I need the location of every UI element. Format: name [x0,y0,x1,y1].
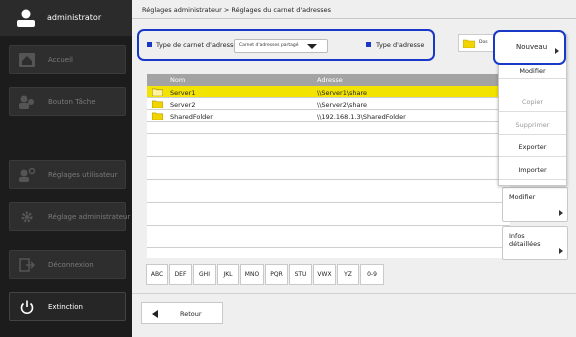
folder-icon [463,39,475,48]
address-type-label: Type d'adresse [376,41,425,49]
sidebar-item-admin-settings[interactable]: Réglage administrateur [9,202,130,231]
sidebar-item-home[interactable]: Accueil [9,45,126,74]
sidebar-item-label: Extinction [48,303,83,311]
address-table: Nom Adresse Server1 \\Server1\share Serv… [147,74,510,258]
details-label: Infos détaillées [509,232,540,248]
new-label: Nouveau [516,43,548,51]
tab-ghi[interactable]: GHI [193,264,216,285]
row-address: \\Server1\share [317,88,368,97]
task-button-icon [19,95,34,109]
details-label-line1: Infos [509,232,525,240]
menu-item-export[interactable]: Exporter [499,137,566,157]
address-type-value: Dos [479,40,488,45]
chevron-right-icon [559,248,563,254]
book-type-label: Type de carnet d'adresses [156,41,241,49]
tab-vwx[interactable]: VWX [313,264,336,285]
back-button[interactable]: Retour [141,302,223,324]
back-label: Retour [180,310,202,318]
table-row-empty[interactable] [147,168,510,180]
tab-stu[interactable]: STU [289,264,312,285]
sidebar-item-label: Accueil [48,56,73,64]
sidebar-item-label: Réglages utilisateur [48,171,118,179]
sidebar-item-logout[interactable]: Déconnexion [9,250,126,279]
address-type-filters: Type de carnet d'adresses Carnet d'adres… [137,29,435,61]
chevron-down-icon [307,44,317,49]
tab-yz[interactable]: YZ [337,264,359,285]
address-type-folder-button[interactable]: Dos [458,34,498,52]
row-name: Server2 [170,100,196,109]
main-panel: Réglages administrateur > Réglages du ca… [132,0,576,337]
divider [132,293,576,294]
table-header: Nom Adresse [147,74,510,86]
folder-icon [152,88,163,96]
new-button[interactable]: Nouveau [493,30,566,65]
row-name: SharedFolder [170,112,213,121]
menu-item-import[interactable]: Importer [499,160,566,180]
folder-icon [152,100,163,108]
bullet-icon [366,42,371,47]
menu-item-label: Modifier [519,67,546,75]
book-type-select[interactable]: Carnet d'adresses partagé [234,39,328,53]
breadcrumb: Réglages administrateur > Réglages du ca… [142,6,331,14]
row-address: \\Server2\share [317,100,368,109]
chevron-right-icon [559,210,563,216]
sidebar: administrator Accueil Bouton Tâche Régla… [0,0,140,337]
sidebar-item-task-button[interactable]: Bouton Tâche [9,87,126,116]
table-row-empty[interactable] [147,191,510,203]
menu-item-modify[interactable]: Modifier [499,66,566,79]
row-address: \\192.168.1.3\SharedFolder [317,112,406,121]
row-name: Server1 [170,88,196,97]
modify-button[interactable]: Modifier [502,187,568,222]
divider [132,18,576,19]
tab-mno[interactable]: MNO [240,264,264,285]
book-type-value: Carnet d'adresses partagé [239,43,299,48]
column-header-name: Nom [170,76,186,84]
details-button[interactable]: Infos détaillées [502,226,568,260]
tab-0-9[interactable]: 0-9 [360,264,384,285]
folder-icon [152,112,163,120]
admin-settings-icon [21,211,33,223]
tab-pqr[interactable]: PQR [265,264,288,285]
details-label-line2: détaillées [509,240,541,248]
table-row-empty[interactable] [147,145,510,157]
user-icon [17,9,35,27]
sidebar-item-label: Réglage administrateur [48,213,131,221]
table-row-empty[interactable] [147,236,510,248]
logout-icon [19,258,36,272]
column-header-address: Adresse [317,76,343,84]
user-header: administrator [0,0,140,36]
tab-abc[interactable]: ABC [146,264,168,285]
sidebar-item-label: Bouton Tâche [48,98,96,106]
chevron-right-icon [555,48,559,54]
tab-def[interactable]: DEF [169,264,192,285]
menu-item-copy[interactable]: Copier [499,92,566,112]
modify-label: Modifier [509,193,536,201]
username: administrator [47,13,102,22]
user-settings-icon [19,167,36,182]
table-row[interactable]: Server2 \\Server2\share [147,98,510,110]
bullet-icon [147,42,152,47]
table-row-empty[interactable] [147,122,510,134]
table-row-empty[interactable] [147,214,510,226]
table-row[interactable]: Server1 \\Server1\share [147,86,510,98]
back-arrow-icon [152,310,158,318]
sidebar-item-shutdown[interactable]: Extinction [9,292,126,321]
power-icon [20,300,34,315]
menu-item-delete[interactable]: Supprimer [499,115,566,135]
sidebar-item-label: Déconnexion [48,261,94,269]
alphabet-tabs: ABC DEF GHI JKL MNO PQR STU VWX YZ 0-9 [146,264,384,285]
sidebar-item-user-settings[interactable]: Réglages utilisateur [9,160,126,189]
table-row[interactable]: SharedFolder \\192.168.1.3\SharedFolder [147,110,510,122]
tab-jkl[interactable]: JKL [217,264,239,285]
home-icon [19,53,35,67]
